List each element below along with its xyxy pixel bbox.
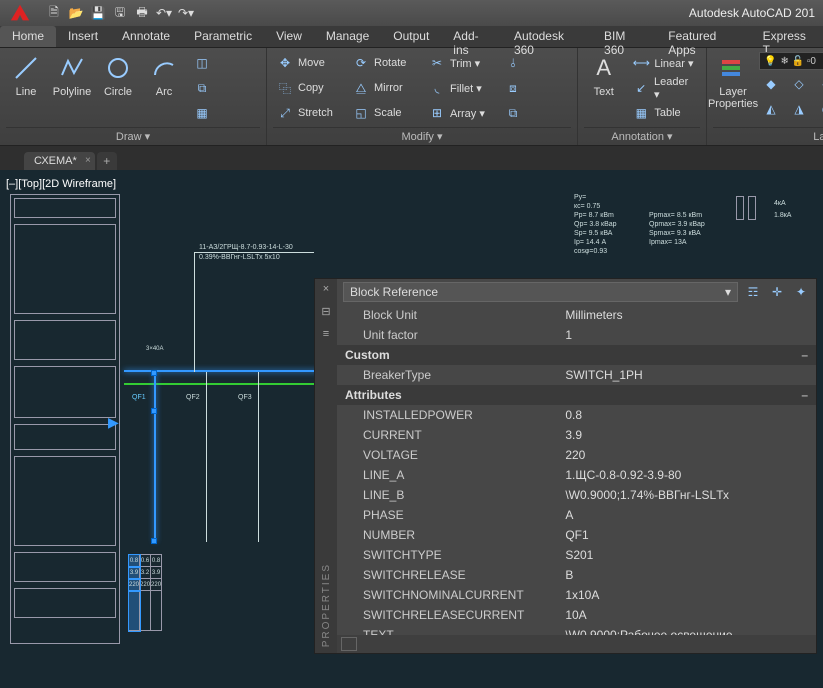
array-button[interactable]: ⊞Array ▾ xyxy=(425,102,495,124)
pin-icon[interactable]: ⊟ xyxy=(321,305,330,318)
mirror-button[interactable]: ⧋Mirror xyxy=(349,77,419,99)
layer-props-label: Layer Properties xyxy=(708,86,758,110)
polyline-button[interactable]: Polyline xyxy=(52,52,92,98)
quick-select-icon[interactable]: ☶ xyxy=(744,283,762,301)
draw-extra3[interactable]: ▦ xyxy=(190,102,260,124)
close-palette-icon[interactable]: × xyxy=(323,283,329,295)
property-grid[interactable]: Block UnitMillimeters Unit factor1 Custo… xyxy=(337,305,816,635)
scale-button[interactable]: ◱Scale xyxy=(349,102,419,124)
lay-i3[interactable]: ◈ xyxy=(815,73,823,95)
tab-manage[interactable]: Manage xyxy=(314,26,381,47)
data-table[interactable]: 0.80.60.8 3.93.23.9 220220220 xyxy=(128,554,162,631)
palette-rail[interactable]: × ⊟ ≡ PROPERTIES xyxy=(315,279,337,653)
ribbon: Line Polyline Circle Arc ◫ ⧉ ▦ Draw ▾ ✥M… xyxy=(0,48,823,146)
collapse-icon[interactable]: – xyxy=(801,388,808,402)
arc-button[interactable]: Arc xyxy=(144,52,184,98)
tab-bim360[interactable]: BIM 360 xyxy=(592,26,656,47)
bulb-icon: 💡 xyxy=(764,56,776,67)
tab-view[interactable]: View xyxy=(264,26,314,47)
lay-i7[interactable]: ◉ xyxy=(815,98,823,120)
linear-button[interactable]: ⟷Linear ▾ xyxy=(629,52,700,74)
leader-button[interactable]: ↙Leader ▾ xyxy=(629,77,700,99)
print-icon[interactable]: 🖶 xyxy=(134,5,150,21)
tab-annotate[interactable]: Annotate xyxy=(110,26,182,47)
toggle-pim-icon[interactable]: ✦ xyxy=(792,283,810,301)
viewport-label[interactable]: [–][Top][2D Wireframe] xyxy=(6,178,116,190)
doc-tab[interactable]: СХЕМА*× xyxy=(24,152,95,170)
palette-header: Block Reference▾ ☶ ✛ ✦ xyxy=(337,279,816,305)
save-icon[interactable]: 💾 xyxy=(90,5,106,21)
table-button[interactable]: ▦Table xyxy=(629,102,700,124)
footer-btn[interactable] xyxy=(341,637,357,651)
mod-extra1[interactable]: ⫰ xyxy=(501,52,571,74)
tab-addins[interactable]: Add-ins xyxy=(441,26,502,47)
lay-i1[interactable]: ◆ xyxy=(759,73,783,95)
redo-icon[interactable]: ↷▾ xyxy=(178,5,194,21)
palette-title: PROPERTIES xyxy=(321,563,332,647)
copy-button[interactable]: ⿻Copy xyxy=(273,77,343,99)
collapse-icon[interactable]: – xyxy=(801,348,808,362)
object-type-combo[interactable]: Block Reference▾ xyxy=(343,282,738,302)
tab-insert[interactable]: Insert xyxy=(56,26,110,47)
layer-properties-button[interactable]: Layer Properties xyxy=(713,52,753,110)
panel-layers-label[interactable]: Layers ▾ xyxy=(713,127,823,145)
menu-icon[interactable]: ≡ xyxy=(323,328,329,340)
layer-combo[interactable]: 💡❄ 🔓 ▫ 0 xyxy=(759,52,823,70)
tab-featured[interactable]: Featured Apps xyxy=(656,26,750,47)
tab-a360[interactable]: Autodesk 360 xyxy=(502,26,592,47)
saveas-icon[interactable]: 🖫 xyxy=(112,5,128,21)
panel-annotation-label[interactable]: Annotation ▾ xyxy=(584,127,700,145)
tab-output[interactable]: Output xyxy=(381,26,441,47)
circle-button[interactable]: Circle xyxy=(98,52,138,98)
title-bar: 🗎 📂 💾 🖫 🖶 ↶▾ ↷▾ Autodesk AutoCAD 201 xyxy=(0,0,823,26)
open-icon[interactable]: 📂 xyxy=(68,5,84,21)
tab-home[interactable]: Home xyxy=(0,26,56,47)
line-button[interactable]: Line xyxy=(6,52,46,98)
palette-footer xyxy=(337,635,816,653)
mod-extra3[interactable]: ⧉ xyxy=(501,102,571,124)
panel-draw: Line Polyline Circle Arc ◫ ⧉ ▦ Draw ▾ xyxy=(0,48,267,145)
tab-parametric[interactable]: Parametric xyxy=(182,26,264,47)
panel-annotation: AText ⟷Linear ▾ ↙Leader ▾ ▦Table Annotat… xyxy=(578,48,707,145)
text-button[interactable]: AText xyxy=(584,52,623,98)
draw-extra2[interactable]: ⧉ xyxy=(190,77,260,99)
panel-modify: ✥Move ⿻Copy ⤢Stretch ⟳Rotate ⧋Mirror ◱Sc… xyxy=(267,48,578,145)
rotate-button[interactable]: ⟳Rotate xyxy=(349,52,419,74)
mod-extra2[interactable]: ⧈ xyxy=(501,77,571,99)
close-icon[interactable]: × xyxy=(85,155,91,166)
select-objects-icon[interactable]: ✛ xyxy=(768,283,786,301)
document-tabs: СХЕМА*× + xyxy=(0,146,823,170)
properties-palette: × ⊟ ≡ PROPERTIES Block Reference▾ ☶ ✛ ✦ … xyxy=(314,278,817,654)
selection-marker-icon: ▶ xyxy=(108,414,119,431)
panel-draw-label[interactable]: Draw ▾ xyxy=(6,127,260,145)
fillet-button[interactable]: ◟Fillet ▾ xyxy=(425,77,495,99)
lay-i6[interactable]: ◮ xyxy=(787,98,811,120)
lay-i5[interactable]: ◭ xyxy=(759,98,783,120)
tab-express[interactable]: Express T xyxy=(751,26,823,47)
undo-icon[interactable]: ↶▾ xyxy=(156,5,172,21)
new-tab-button[interactable]: + xyxy=(97,152,117,170)
stretch-button[interactable]: ⤢Stretch xyxy=(273,102,343,124)
trim-button[interactable]: ✂Trim ▾ xyxy=(425,52,495,74)
lay-i2[interactable]: ◇ xyxy=(787,73,811,95)
app-logo[interactable] xyxy=(0,0,40,26)
quick-access-toolbar: 🗎 📂 💾 🖫 🖶 ↶▾ ↷▾ xyxy=(40,5,200,21)
move-button[interactable]: ✥Move xyxy=(273,52,343,74)
panel-modify-label[interactable]: Modify ▾ xyxy=(273,127,571,145)
ribbon-tabs: Home Insert Annotate Parametric View Man… xyxy=(0,26,823,48)
draw-extra1[interactable]: ◫ xyxy=(190,52,260,74)
app-title: Autodesk AutoCAD 201 xyxy=(689,6,823,20)
panel-layers: Layer Properties 💡❄ 🔓 ▫ 0 ◆ ◇ ◈ ◬ ◭ ◮ ◉ … xyxy=(707,48,823,145)
new-icon[interactable]: 🗎 xyxy=(46,5,62,21)
